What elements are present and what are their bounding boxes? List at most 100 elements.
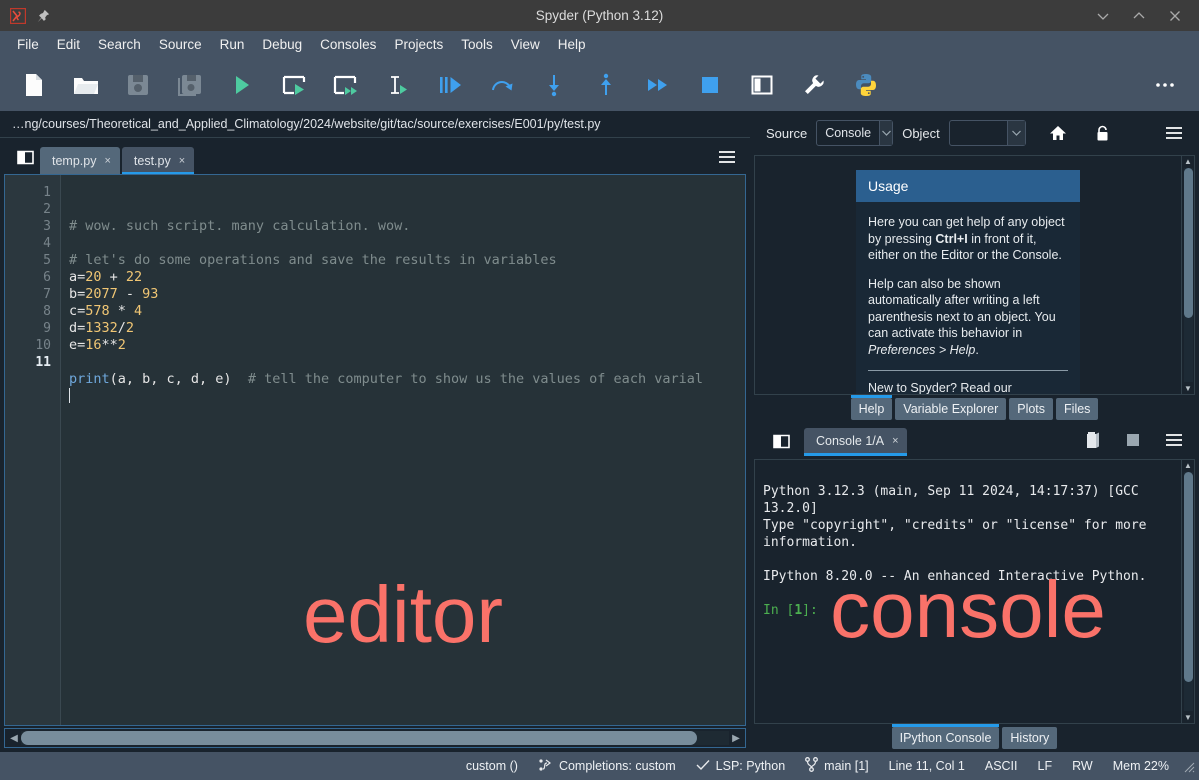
close-icon[interactable]: × xyxy=(104,155,110,167)
tab-ipython-console[interactable]: IPython Console xyxy=(891,724,1000,749)
help-object-input[interactable] xyxy=(948,120,1026,146)
help-options-hamburger-menu-icon[interactable] xyxy=(1161,120,1187,146)
scroll-up-icon[interactable]: ▲ xyxy=(1184,461,1192,470)
editor-tab-temp[interactable]: temp.py × xyxy=(40,147,120,174)
scrollbar-thumb[interactable] xyxy=(1183,472,1193,683)
editor-tab-test[interactable]: test.py × xyxy=(121,147,195,175)
step-into-icon[interactable] xyxy=(528,63,580,107)
code-line: c=578 * 4 xyxy=(69,303,745,320)
console-output-text[interactable]: Python 3.12.3 (main, Sep 11 2024, 14:17:… xyxy=(755,460,1181,723)
menu-debug[interactable]: Debug xyxy=(253,34,311,56)
browse-tabs-icon[interactable] xyxy=(10,140,40,174)
tab-files[interactable]: Files xyxy=(1056,398,1099,420)
editor-tab-label: temp.py xyxy=(52,153,97,168)
close-icon[interactable]: × xyxy=(179,155,185,167)
code-token: d= xyxy=(69,320,86,336)
code-token: 20 xyxy=(85,269,102,285)
menu-tools[interactable]: Tools xyxy=(452,34,502,56)
status-eol[interactable]: LF xyxy=(1028,759,1063,773)
minimize-button[interactable] xyxy=(1095,8,1111,24)
step-over-icon[interactable] xyxy=(476,63,528,107)
home-icon[interactable] xyxy=(1045,120,1071,146)
console-tab[interactable]: Console 1/A × xyxy=(804,427,907,456)
console-vertical-scrollbar[interactable]: ▲ ▼ xyxy=(1181,460,1194,723)
status-encoding[interactable]: ASCII xyxy=(975,759,1028,773)
toolbar-overflow-icon[interactable] xyxy=(1139,63,1191,107)
scrollbar-thumb[interactable] xyxy=(21,731,698,745)
save-file-icon[interactable] xyxy=(112,63,164,107)
menu-edit[interactable]: Edit xyxy=(48,34,89,56)
pin-icon[interactable] xyxy=(36,9,50,23)
tab-variable-explorer[interactable]: Variable Explorer xyxy=(895,398,1007,420)
new-file-icon[interactable] xyxy=(8,63,60,107)
line-number: 9 xyxy=(43,321,51,336)
debug-file-icon[interactable] xyxy=(424,63,476,107)
scroll-down-icon[interactable]: ▼ xyxy=(1184,384,1192,393)
scrollbar-trough[interactable] xyxy=(1183,472,1193,711)
status-completions[interactable]: Completions: custom xyxy=(528,758,686,775)
editor-body[interactable]: 1 2 3 4 5 6 7 8 9 10 11 # wow. such scri… xyxy=(4,174,746,726)
menu-run[interactable]: Run xyxy=(211,34,254,56)
code-text-area[interactable]: # wow. such script. many calculation. wo… xyxy=(61,175,745,725)
code-line: # let's do some operations and save the … xyxy=(69,252,745,269)
chevron-down-icon[interactable] xyxy=(1006,121,1025,145)
stop-debug-icon[interactable] xyxy=(684,63,736,107)
scroll-down-icon[interactable]: ▼ xyxy=(1184,713,1192,722)
menu-search[interactable]: Search xyxy=(89,34,150,56)
close-icon[interactable]: × xyxy=(892,435,898,447)
stop-square-icon[interactable] xyxy=(1127,433,1139,449)
run-cell-icon[interactable] xyxy=(268,63,320,107)
status-cursor-position[interactable]: Line 11, Col 1 xyxy=(879,759,975,773)
scroll-left-icon[interactable]: ◀ xyxy=(7,733,21,744)
python-path-icon[interactable] xyxy=(840,63,892,107)
tab-help[interactable]: Help xyxy=(850,395,893,420)
code-token: 16 xyxy=(85,337,102,353)
tab-history[interactable]: History xyxy=(1002,727,1058,749)
editor-horizontal-scrollbar[interactable]: ◀ ▶ xyxy=(4,728,746,748)
window-title: Spyder (Python 3.12) xyxy=(535,8,664,23)
git-branch-icon xyxy=(805,757,819,775)
status-branch[interactable]: main [1] xyxy=(795,757,878,775)
status-interpreter[interactable]: custom () xyxy=(456,759,528,773)
close-button[interactable] xyxy=(1167,8,1183,24)
lock-icon[interactable] xyxy=(1090,120,1116,146)
console-options-hamburger-menu-icon[interactable] xyxy=(1165,433,1183,450)
tab-plots[interactable]: Plots xyxy=(1009,398,1054,420)
window-resize-grip[interactable] xyxy=(1181,759,1195,773)
run-cell-advance-icon[interactable] xyxy=(320,63,372,107)
open-file-icon[interactable] xyxy=(60,63,112,107)
help-pane-tabs: Help Variable Explorer Plots Files xyxy=(752,395,1197,423)
run-file-icon[interactable] xyxy=(216,63,268,107)
maximize-button[interactable] xyxy=(1131,8,1147,24)
chevron-down-icon[interactable] xyxy=(879,121,893,145)
scrollbar-trough[interactable] xyxy=(21,731,729,745)
menu-source[interactable]: Source xyxy=(150,34,211,56)
save-all-icon[interactable] xyxy=(164,63,216,107)
menu-projects[interactable]: Projects xyxy=(385,34,452,56)
menu-help[interactable]: Help xyxy=(549,34,595,56)
editor-options-hamburger-menu-icon[interactable] xyxy=(714,140,740,174)
code-token: (a, b, c, d, e) xyxy=(109,371,248,387)
preferences-icon[interactable] xyxy=(788,63,840,107)
scroll-up-icon[interactable]: ▲ xyxy=(1184,157,1192,166)
browse-consoles-icon[interactable] xyxy=(766,424,796,458)
code-token: * xyxy=(109,303,135,319)
status-lsp[interactable]: LSP: Python xyxy=(686,759,796,774)
menu-file[interactable]: File xyxy=(8,34,48,56)
maximize-pane-icon[interactable] xyxy=(736,63,788,107)
scrollbar-thumb[interactable] xyxy=(1183,168,1193,318)
step-return-icon[interactable] xyxy=(580,63,632,107)
help-vertical-scrollbar[interactable]: ▲ ▼ xyxy=(1181,156,1194,394)
scroll-right-icon[interactable]: ▶ xyxy=(729,733,743,744)
continue-icon[interactable] xyxy=(632,63,684,107)
scrollbar-trough[interactable] xyxy=(1183,168,1193,382)
help-source-select[interactable]: Console xyxy=(816,120,894,146)
trash-icon[interactable] xyxy=(1085,431,1101,452)
status-permissions[interactable]: RW xyxy=(1062,759,1103,773)
menu-view[interactable]: View xyxy=(502,34,549,56)
help-usage-card: Usage Here you can get help of any objec… xyxy=(856,170,1080,394)
run-selection-icon[interactable] xyxy=(372,63,424,107)
status-memory[interactable]: Mem 22% xyxy=(1103,759,1179,773)
console-output-view[interactable]: Python 3.12.3 (main, Sep 11 2024, 14:17:… xyxy=(754,459,1195,724)
menu-consoles[interactable]: Consoles xyxy=(311,34,385,56)
